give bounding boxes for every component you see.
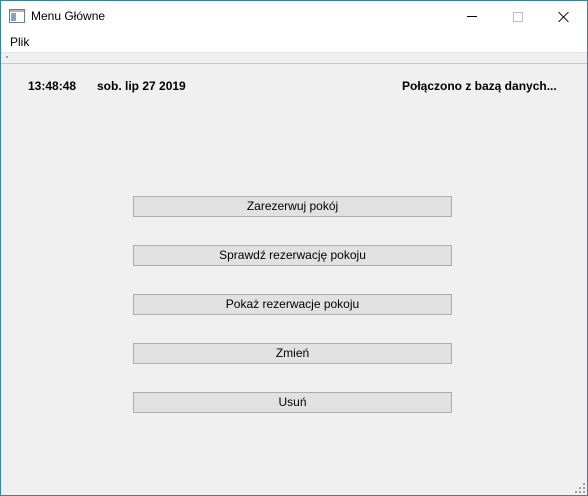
- status-date: sob. lip 27 2019: [97, 79, 186, 93]
- main-window: Menu Główne Plik 13:48:48 sob. lip 27 20…: [0, 0, 588, 496]
- show-reservations-button[interactable]: Pokaż rezerwacje pokoju: [133, 294, 452, 315]
- toolbar-grip-icon[interactable]: [6, 56, 8, 58]
- minimize-button[interactable]: [449, 1, 495, 32]
- toolbar-strip: [1, 52, 587, 64]
- close-icon: [558, 11, 570, 23]
- maximize-button[interactable]: [495, 1, 541, 32]
- edit-button[interactable]: Zmień: [133, 343, 452, 364]
- check-reservation-button[interactable]: Sprawdź rezerwację pokoju: [133, 245, 452, 266]
- db-connection-status: Połączono z bazą danych...: [402, 79, 557, 93]
- delete-button[interactable]: Usuń: [133, 392, 452, 413]
- maximize-icon: [513, 11, 523, 22]
- title-bar[interactable]: Menu Główne: [1, 1, 587, 32]
- menu-bar: Plik: [1, 32, 587, 52]
- status-time: 13:48:48: [28, 79, 77, 93]
- resize-grip-icon[interactable]: [575, 483, 585, 493]
- close-button[interactable]: [541, 1, 587, 32]
- minimize-icon: [467, 16, 477, 17]
- window-title: Menu Główne: [31, 9, 106, 23]
- app-window-icon[interactable]: [9, 9, 25, 23]
- menu-item-plik[interactable]: Plik: [3, 32, 36, 52]
- reserve-room-button[interactable]: Zarezerwuj pokój: [133, 196, 452, 217]
